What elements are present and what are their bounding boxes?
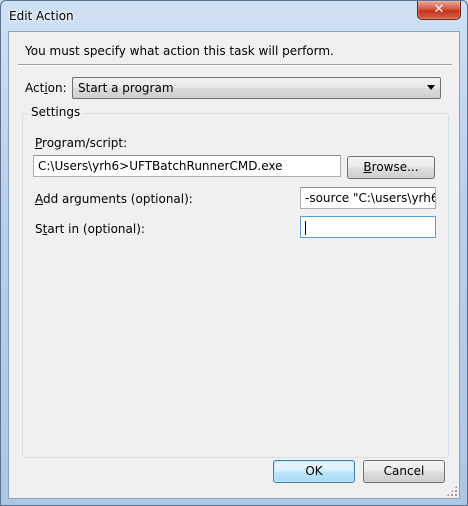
program-script-input[interactable]: C:\Users\yrh6>UFTBatchRunnerCMD.exe: [33, 155, 341, 177]
start-in-input[interactable]: [300, 216, 436, 238]
program-script-value: C:\Users\yrh6>UFTBatchRunnerCMD.exe: [38, 159, 283, 173]
program-script-label: Program/script:: [35, 136, 128, 150]
close-button[interactable]: ✕: [417, 1, 461, 20]
start-in-label: Start in (optional):: [35, 222, 145, 236]
chevron-down-icon[interactable]: [427, 85, 435, 90]
ok-button[interactable]: OK: [273, 460, 355, 483]
separator-line: [18, 64, 452, 66]
add-arguments-label: Add arguments (optional):: [35, 192, 193, 206]
action-selected-value: Start a program: [78, 81, 174, 95]
add-arguments-input[interactable]: -source "C:\users\yrh6\L: [300, 187, 436, 209]
text-caret: [305, 220, 306, 235]
resize-grip-icon[interactable]: [446, 485, 458, 497]
action-label: Action:: [25, 81, 67, 95]
window-title: Edit Action: [9, 9, 74, 23]
close-icon: ✕: [433, 2, 445, 17]
title-bar[interactable]: Edit Action ✕: [1, 1, 467, 31]
browse-button[interactable]: Browse...: [347, 156, 435, 179]
edit-action-dialog: Edit Action ✕ You must specify what acti…: [0, 0, 468, 506]
instruction-text: You must specify what action this task w…: [25, 44, 334, 58]
add-arguments-value: -source "C:\users\yrh6\L: [305, 191, 436, 205]
settings-group-title: Settings: [28, 105, 84, 119]
action-dropdown[interactable]: Start a program: [72, 77, 441, 99]
cancel-button[interactable]: Cancel: [363, 460, 445, 483]
dialog-body: You must specify what action this task w…: [8, 31, 460, 499]
